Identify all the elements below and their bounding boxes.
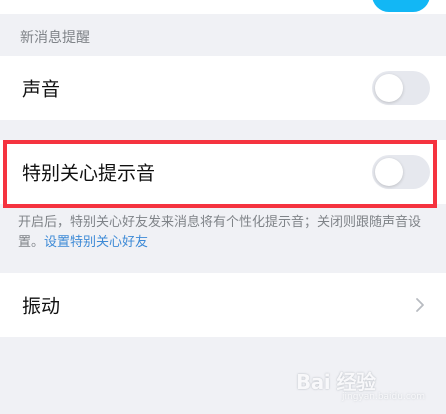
toggle-knob bbox=[375, 74, 403, 102]
sound-label: 声音 bbox=[22, 78, 61, 101]
chevron-right-icon bbox=[416, 298, 424, 312]
special-care-tone-row[interactable]: 特别关心提示音 bbox=[0, 140, 446, 204]
sound-toggle[interactable] bbox=[372, 71, 430, 105]
vibration-label: 振动 bbox=[22, 295, 61, 318]
settings-page: 新消息提醒 声音 特别关心提示音 开启后，特别关心好友发来消息将有个性化提示音；… bbox=[0, 0, 446, 414]
toggle-knob bbox=[375, 158, 403, 186]
watermark-url: jingyan.baidu.com bbox=[342, 392, 426, 402]
baidu-jingyan-watermark: Bai 经验 jingyan.baidu.com bbox=[296, 362, 436, 408]
special-care-description: 开启后，特别关心好友发来消息将有个性化提示音；关闭则跟随声音设置。设置特别关心好… bbox=[18, 213, 430, 253]
previous-toggle-remnant[interactable] bbox=[372, 0, 430, 12]
special-care-tone-toggle[interactable] bbox=[372, 155, 430, 189]
vibration-row[interactable]: 振动 bbox=[0, 273, 446, 337]
sound-row[interactable]: 声音 bbox=[0, 56, 446, 120]
special-care-tone-label: 特别关心提示音 bbox=[22, 162, 156, 185]
section-header-new-message-alert: 新消息提醒 bbox=[20, 30, 90, 46]
set-special-care-friends-link[interactable]: 设置特别关心好友 bbox=[44, 235, 148, 250]
watermark-logo: Bai 经验 bbox=[296, 370, 376, 394]
previous-row-remnant bbox=[0, 0, 446, 14]
